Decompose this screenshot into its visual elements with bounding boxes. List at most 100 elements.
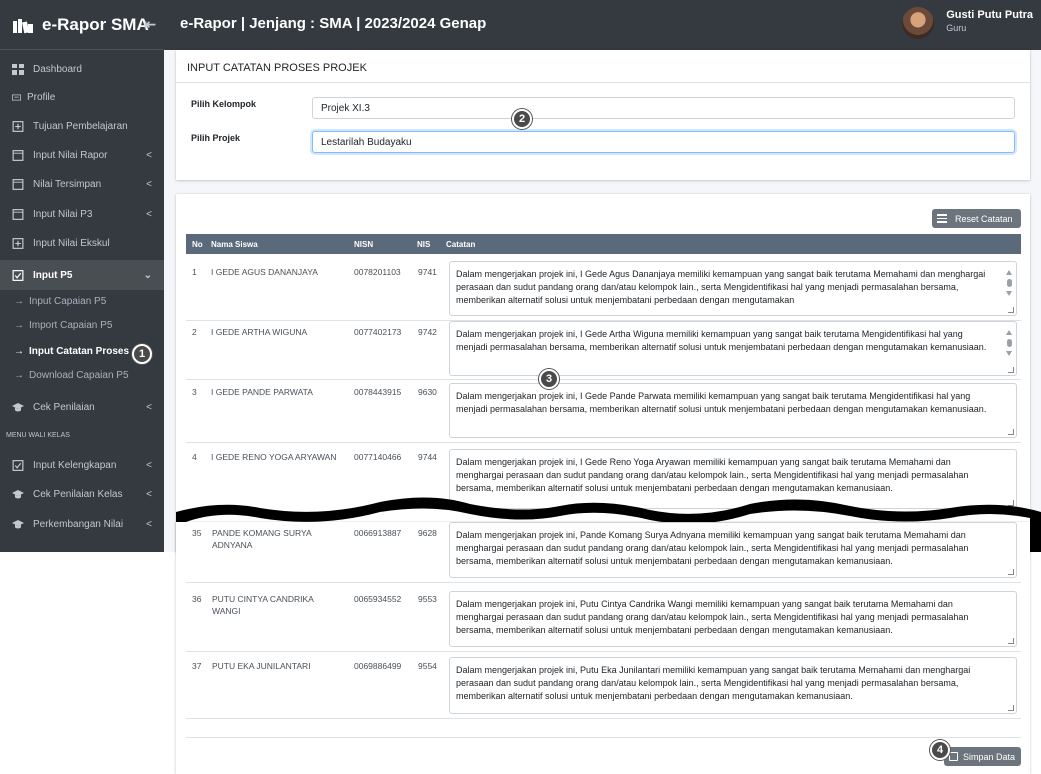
sidebar-item-tujuan-pembelajaran[interactable]: Tujuan Pembelajaran bbox=[0, 111, 164, 141]
catatan-text: Dalam mengerjakan projek ini, I Gede Art… bbox=[456, 329, 987, 352]
grid-icon bbox=[12, 63, 24, 75]
collapse-sidebar-icon[interactable]: ⇤ bbox=[144, 16, 156, 33]
th-nama: Nama Siswa bbox=[211, 240, 258, 249]
cell-nama: I GEDE AGUS DANANJAYA bbox=[211, 267, 318, 277]
scrollbar[interactable] bbox=[1005, 330, 1013, 362]
catatan-textarea[interactable]: Dalam mengerjakan projek ini, Putu Eka J… bbox=[449, 657, 1017, 714]
sidebar-subitem-label: Input Capaian P5 bbox=[29, 295, 107, 307]
square-icon bbox=[12, 208, 24, 220]
projek-select[interactable]: Lestarilah Budayaku bbox=[312, 131, 1015, 153]
sidebar-item-label: Input Nilai Ekskul bbox=[33, 237, 110, 249]
callout-badge-3: 3 bbox=[539, 369, 559, 389]
resize-grip-icon[interactable] bbox=[1008, 569, 1014, 575]
cell-nis: 9554 bbox=[418, 661, 437, 671]
scroll-thumb[interactable] bbox=[1006, 339, 1012, 347]
cell-no: 36 bbox=[192, 594, 202, 604]
id-card-icon bbox=[12, 94, 21, 100]
page-header-title: e-Rapor | Jenjang : SMA | 2023/2024 Gena… bbox=[180, 15, 487, 32]
callout-badge-4: 4 bbox=[930, 740, 950, 760]
sidebar-item-label: Profile bbox=[27, 91, 56, 103]
th-nis: NIS bbox=[417, 240, 431, 249]
catatan-textarea[interactable]: Dalam mengerjakan projek ini, Pande Koma… bbox=[449, 522, 1017, 578]
sidebar-subitem-import-capaian-p5[interactable]: → Import Capaian P5 bbox=[0, 314, 164, 336]
kelompok-select[interactable]: Projek XI.3 bbox=[312, 97, 1015, 119]
sidebar-item-input-nilai-p3[interactable]: Input Nilai P3 < bbox=[0, 199, 164, 229]
divider bbox=[176, 82, 1030, 83]
sidebar-item-label: Cek Penilaian bbox=[33, 401, 95, 413]
chevron-left-icon: < bbox=[146, 149, 152, 161]
sidebar-item-input-nilai-rapor[interactable]: Input Nilai Rapor < bbox=[0, 140, 164, 170]
books-logo-icon bbox=[13, 18, 33, 33]
cell-nis: 9741 bbox=[418, 267, 437, 277]
catatan-textarea[interactable]: Dalam mengerjakan projek ini, I Gede Pan… bbox=[449, 383, 1017, 438]
square-icon bbox=[12, 178, 24, 190]
catatan-textarea[interactable]: Dalam mengerjakan projek ini, I Gede Agu… bbox=[449, 261, 1017, 316]
cell-no: 3 bbox=[192, 387, 197, 397]
sidebar-item-input-nilai-ekskul[interactable]: Input Nilai Ekskul bbox=[0, 228, 164, 258]
plus-square-icon bbox=[12, 120, 24, 132]
th-no: No bbox=[192, 240, 203, 249]
sidebar-item-cek-penilaian[interactable]: Cek Penilaian < bbox=[0, 392, 164, 422]
user-menu[interactable]: Gusti Putu Putra Guru bbox=[902, 7, 1033, 39]
sidebar-item-input-kelengkapan[interactable]: Input Kelengkapan < bbox=[0, 450, 164, 480]
scroll-down-icon[interactable] bbox=[1006, 351, 1012, 356]
cell-nama: PUTU CINTYA CANDRIKA WANGI bbox=[212, 594, 314, 616]
simpan-data-label: Simpan Data bbox=[962, 751, 1015, 762]
sidebar-item-profile[interactable]: Profile bbox=[0, 82, 164, 112]
simpan-data-button[interactable]: Simpan Data bbox=[944, 747, 1021, 766]
catatan-text: Dalam mengerjakan projek ini, Putu Eka J… bbox=[456, 665, 971, 701]
scroll-down-icon[interactable] bbox=[1006, 291, 1012, 296]
reset-catatan-label: Reset Catatan bbox=[955, 213, 1013, 224]
square-icon bbox=[12, 149, 24, 161]
cell-no: 1 bbox=[192, 267, 197, 277]
arrow-right-icon: → bbox=[14, 369, 24, 381]
resize-grip-icon[interactable] bbox=[1008, 638, 1014, 644]
form-title: INPUT CATATAN PROSES PROJEK bbox=[187, 62, 367, 74]
sidebar-subitem-label: Input Catatan Proses bbox=[29, 345, 130, 357]
chevron-left-icon: < bbox=[146, 459, 152, 471]
sidebar-item-label: Input Kelengkapan bbox=[33, 459, 117, 471]
floppy-disk-icon bbox=[949, 752, 958, 761]
chevron-left-icon: < bbox=[146, 401, 152, 413]
scroll-up-icon[interactable] bbox=[1006, 330, 1012, 335]
list-icon bbox=[937, 214, 947, 223]
cell-nis: 9742 bbox=[418, 327, 437, 337]
sidebar-subitem-input-capaian-p5[interactable]: → Input Capaian P5 bbox=[0, 290, 164, 312]
catatan-text: Dalam mengerjakan projek ini, I Gede Agu… bbox=[456, 269, 986, 305]
cell-nis: 9553 bbox=[418, 594, 437, 604]
scrollbar[interactable] bbox=[1005, 270, 1013, 302]
sidebar-item-input-p5[interactable]: Input P5 ⌄ bbox=[0, 260, 164, 290]
brand[interactable]: e-Rapor SMA ⇤ bbox=[0, 0, 164, 50]
avatar[interactable] bbox=[902, 7, 935, 39]
user-name: Gusti Putu Putra bbox=[946, 9, 1033, 21]
sidebar-item-dashboard[interactable]: Dashboard bbox=[0, 54, 164, 84]
brand-name: e-Rapor SMA bbox=[42, 14, 149, 34]
scroll-up-icon[interactable] bbox=[1006, 270, 1012, 275]
sidebar-subitem-label: Download Capaian P5 bbox=[29, 369, 129, 381]
cell-nama: I GEDE ARTHA WIGUNA bbox=[211, 327, 308, 337]
catatan-text: Dalam mengerjakan projek ini, Pande Koma… bbox=[456, 530, 969, 566]
catatan-text: Dalam mengerjakan projek ini, I Gede Ren… bbox=[456, 457, 969, 493]
sidebar-item-label: Dashboard bbox=[33, 63, 82, 75]
sidebar-subitem-download-capaian-p5[interactable]: → Download Capaian P5 bbox=[0, 364, 164, 386]
cell-no: 4 bbox=[192, 452, 197, 462]
row-divider bbox=[186, 737, 1021, 738]
resize-grip-icon[interactable] bbox=[1008, 367, 1014, 373]
catatan-textarea[interactable]: Dalam mengerjakan projek ini, I Gede Art… bbox=[449, 321, 1017, 376]
callout-badge-2: 2 bbox=[512, 109, 532, 129]
sidebar-item-label: Input P5 bbox=[33, 269, 73, 281]
sidebar-subitem-label: Import Capaian P5 bbox=[29, 319, 113, 331]
resize-grip-icon[interactable] bbox=[1008, 307, 1014, 313]
reset-catatan-button[interactable]: Reset Catatan bbox=[932, 209, 1021, 228]
row-divider bbox=[186, 582, 1021, 583]
kelompok-label: Pilih Kelompok bbox=[191, 99, 257, 109]
resize-grip-icon[interactable] bbox=[1008, 429, 1014, 435]
row-divider bbox=[186, 379, 1021, 380]
scroll-thumb[interactable] bbox=[1006, 279, 1012, 287]
row-divider bbox=[186, 651, 1021, 652]
cell-nisn: 0078443915 bbox=[354, 387, 402, 397]
resize-grip-icon[interactable] bbox=[1008, 705, 1014, 711]
cell-nisn: 0066913887 bbox=[354, 528, 402, 538]
catatan-textarea[interactable]: Dalam mengerjakan projek ini, Putu Cinty… bbox=[449, 591, 1017, 647]
sidebar-item-nilai-tersimpan[interactable]: Nilai Tersimpan < bbox=[0, 169, 164, 199]
